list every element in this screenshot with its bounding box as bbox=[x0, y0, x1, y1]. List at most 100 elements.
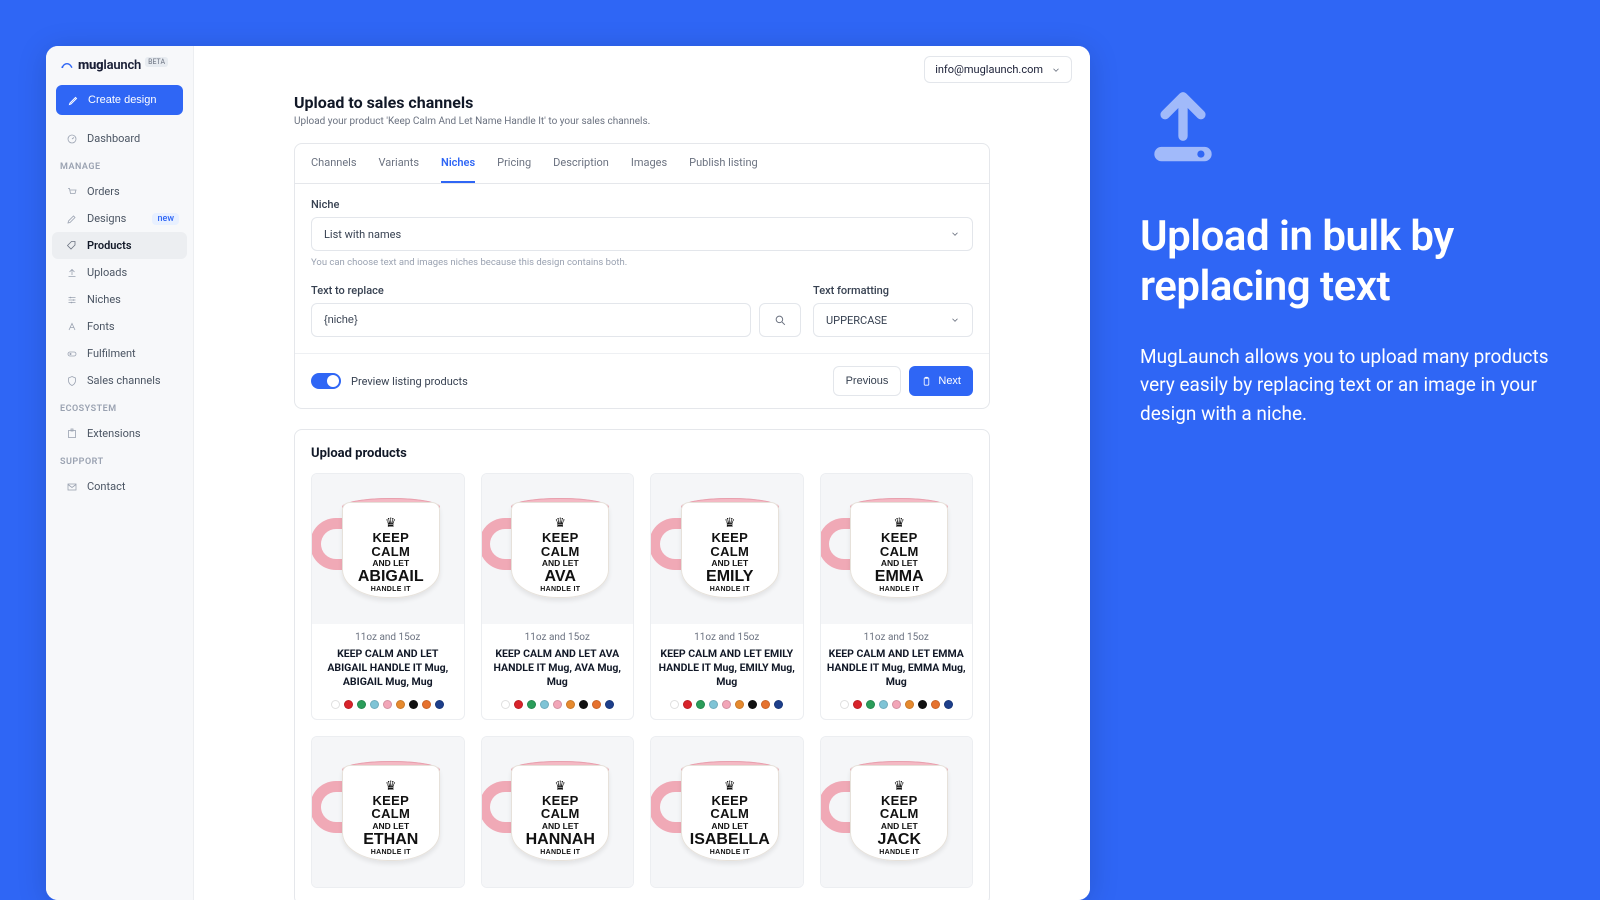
swatch[interactable] bbox=[696, 700, 705, 709]
product-card[interactable]: ♛KEEPCALMAND LETJACKHANDLE IT bbox=[820, 736, 974, 888]
nav-extensions[interactable]: Extensions bbox=[52, 420, 187, 447]
config-panel: Channels Variants Niches Pricing Description… bbox=[294, 143, 990, 409]
product-card[interactable]: ♛KEEPCALMAND LETHANNAHHANDLE IT bbox=[481, 736, 635, 888]
create-design-label: Create design bbox=[88, 94, 157, 106]
product-card[interactable]: ♛KEEPCALMAND LETABIGAILHANDLE IT11oz and… bbox=[311, 473, 465, 720]
text-formatting-select[interactable]: UPPERCASE bbox=[813, 303, 973, 337]
nav-niches[interactable]: Niches bbox=[52, 286, 187, 313]
text-to-replace-input[interactable] bbox=[324, 314, 738, 326]
swatch[interactable] bbox=[540, 700, 549, 709]
tab-images[interactable]: Images bbox=[631, 144, 667, 183]
product-image: ♛KEEPCALMAND LETJACKHANDLE IT bbox=[821, 737, 973, 887]
clipboard-icon bbox=[921, 376, 932, 387]
nav-uploads[interactable]: Uploads bbox=[52, 259, 187, 286]
swatch[interactable] bbox=[527, 700, 536, 709]
swatch[interactable] bbox=[331, 700, 340, 709]
swatch[interactable] bbox=[396, 700, 405, 709]
sidebar: muglaunch BETA Create design Dashboard M… bbox=[46, 46, 194, 900]
upload-products-title: Upload products bbox=[295, 430, 989, 473]
swatch[interactable] bbox=[566, 700, 575, 709]
swatch[interactable] bbox=[514, 700, 523, 709]
nav-fulfilment[interactable]: Fulfilment bbox=[52, 340, 187, 367]
nav-sales-channels[interactable]: Sales channels bbox=[52, 367, 187, 394]
swatch[interactable] bbox=[931, 700, 940, 709]
product-card[interactable]: ♛KEEPCALMAND LETETHANHANDLE IT bbox=[311, 736, 465, 888]
user-menu[interactable]: info@muglaunch.com bbox=[924, 56, 1072, 83]
swatch[interactable] bbox=[892, 700, 901, 709]
search-button[interactable] bbox=[759, 303, 801, 337]
brand-logo[interactable]: muglaunch BETA bbox=[46, 46, 193, 83]
swatch[interactable] bbox=[918, 700, 927, 709]
swatch[interactable] bbox=[761, 700, 770, 709]
nav-contact[interactable]: Contact bbox=[52, 473, 187, 500]
nav-fonts[interactable]: Fonts bbox=[52, 313, 187, 340]
swatch[interactable] bbox=[683, 700, 692, 709]
swatch[interactable] bbox=[670, 700, 679, 709]
product-variant: 11oz and 15oz bbox=[657, 632, 797, 643]
swatch[interactable] bbox=[944, 700, 953, 709]
tab-pricing[interactable]: Pricing bbox=[497, 144, 531, 183]
swatch[interactable] bbox=[579, 700, 588, 709]
swatch[interactable] bbox=[866, 700, 875, 709]
product-title: KEEP CALM AND LET EMILY HANDLE IT Mug, E… bbox=[657, 647, 797, 690]
nav-label: Fonts bbox=[87, 320, 115, 333]
nav-dashboard[interactable]: Dashboard bbox=[52, 125, 187, 152]
nav-products[interactable]: Products bbox=[52, 232, 187, 259]
swatch[interactable] bbox=[553, 700, 562, 709]
nav-heading-ecosystem: ECOSYSTEM bbox=[46, 394, 193, 420]
shield-icon bbox=[66, 375, 78, 387]
nav-designs[interactable]: Designs new bbox=[52, 205, 187, 232]
swatch[interactable] bbox=[370, 700, 379, 709]
create-design-button[interactable]: Create design bbox=[56, 85, 183, 115]
swatch[interactable] bbox=[605, 700, 614, 709]
niche-select[interactable]: List with names bbox=[311, 217, 973, 251]
nav-label: Designs bbox=[87, 212, 126, 225]
swatch[interactable] bbox=[435, 700, 444, 709]
product-card[interactable]: ♛KEEPCALMAND LETEMMAHANDLE IT11oz and 15… bbox=[820, 473, 974, 720]
product-swatches bbox=[488, 700, 628, 709]
product-card[interactable]: ♛KEEPCALMAND LETISABELLAHANDLE IT bbox=[650, 736, 804, 888]
product-title: KEEP CALM AND LET EMMA HANDLE IT Mug, EM… bbox=[827, 647, 967, 690]
swatch[interactable] bbox=[709, 700, 718, 709]
swatch[interactable] bbox=[905, 700, 914, 709]
tab-description[interactable]: Description bbox=[553, 144, 609, 183]
swatch[interactable] bbox=[853, 700, 862, 709]
nav-label: Dashboard bbox=[87, 132, 140, 145]
tab-publish-listing[interactable]: Publish listing bbox=[689, 144, 758, 183]
tab-channels[interactable]: Channels bbox=[311, 144, 357, 183]
previous-button[interactable]: Previous bbox=[833, 366, 902, 396]
swatch[interactable] bbox=[840, 700, 849, 709]
swatch[interactable] bbox=[409, 700, 418, 709]
swatch[interactable] bbox=[383, 700, 392, 709]
swatch[interactable] bbox=[774, 700, 783, 709]
nav-label: Extensions bbox=[87, 427, 141, 440]
preview-toggle[interactable] bbox=[311, 373, 341, 389]
pen-icon bbox=[66, 213, 78, 225]
pencil-icon bbox=[68, 94, 80, 106]
page-subtitle: Upload your product 'Keep Calm And Let N… bbox=[294, 116, 990, 127]
swatch[interactable] bbox=[748, 700, 757, 709]
swatch[interactable] bbox=[592, 700, 601, 709]
nav-orders[interactable]: Orders bbox=[52, 178, 187, 205]
cart-icon bbox=[66, 186, 78, 198]
swatch[interactable] bbox=[422, 700, 431, 709]
puzzle-icon bbox=[66, 428, 78, 440]
upload-icon bbox=[66, 267, 78, 279]
swatch[interactable] bbox=[722, 700, 731, 709]
products-panel: Upload products ♛KEEPCALMAND LETABIGAILH… bbox=[294, 429, 990, 900]
swatch[interactable] bbox=[501, 700, 510, 709]
product-card[interactable]: ♛KEEPCALMAND LETAVAHANDLE IT11oz and 15o… bbox=[481, 473, 635, 720]
swatch[interactable] bbox=[357, 700, 366, 709]
swatch[interactable] bbox=[344, 700, 353, 709]
tab-niches[interactable]: Niches bbox=[441, 144, 475, 183]
gauge-icon bbox=[66, 133, 78, 145]
type-icon bbox=[66, 321, 78, 333]
swatch[interactable] bbox=[879, 700, 888, 709]
product-image: ♛KEEPCALMAND LETHANNAHHANDLE IT bbox=[482, 737, 634, 887]
tab-variants[interactable]: Variants bbox=[379, 144, 419, 183]
user-email: info@muglaunch.com bbox=[935, 63, 1043, 76]
tabs: Channels Variants Niches Pricing Description… bbox=[295, 144, 989, 184]
swatch[interactable] bbox=[735, 700, 744, 709]
product-card[interactable]: ♛KEEPCALMAND LETEMILYHANDLE IT11oz and 1… bbox=[650, 473, 804, 720]
next-button[interactable]: Next bbox=[909, 366, 973, 396]
